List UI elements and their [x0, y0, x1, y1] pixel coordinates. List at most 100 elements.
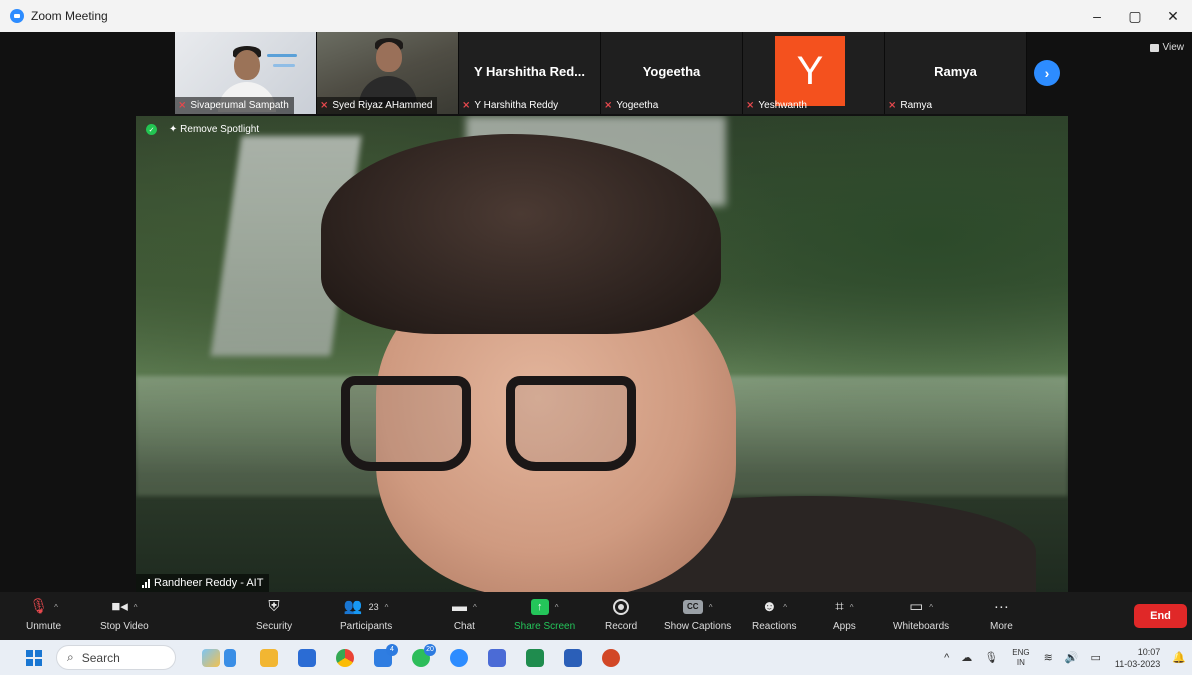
- caret-up-icon[interactable]: ^: [473, 603, 477, 612]
- excel-icon[interactable]: [526, 649, 544, 667]
- participant-name-label: ⨯ Ramya: [885, 97, 937, 114]
- muted-mic-icon: ⨯: [462, 100, 471, 111]
- shield-icon: ⛨: [268, 598, 280, 615]
- taskbar-search[interactable]: ⌕ Search: [56, 645, 176, 670]
- task-view-icon[interactable]: [224, 649, 236, 667]
- participant-display-name: Y Harshitha Red...: [473, 64, 585, 79]
- glasses-lens: [341, 376, 471, 471]
- system-tray: ^ ☁ 🎙 ENG IN ≋ 🔊 ▭ 10:07 11-03-2023 🔔: [938, 640, 1192, 675]
- participant-tile[interactable]: ⨯ Syed Riyaz AHammed: [317, 32, 459, 114]
- close-button[interactable]: ✕: [1154, 0, 1192, 32]
- apps-icon: ⌗: [835, 598, 844, 615]
- widgets-icon[interactable]: [202, 649, 220, 667]
- file-explorer-icon[interactable]: [260, 649, 278, 667]
- remove-spotlight-button[interactable]: ✦ Remove Spotlight: [169, 124, 259, 135]
- caret-up-icon[interactable]: ^: [385, 603, 389, 612]
- more-button[interactable]: ··· More: [990, 596, 1013, 636]
- region-code: IN: [1016, 657, 1025, 667]
- end-meeting-button[interactable]: End: [1134, 604, 1187, 628]
- stop-video-button[interactable]: ■◂ ^ Stop Video: [100, 596, 149, 636]
- window-controls: – ▢ ✕: [1078, 0, 1192, 32]
- share-screen-icon: ↑: [530, 599, 549, 615]
- caret-up-icon[interactable]: ^: [709, 603, 713, 612]
- desktop-icon[interactable]: [298, 649, 316, 667]
- view-label: View: [1162, 42, 1185, 53]
- window-title: Zoom Meeting: [31, 9, 108, 23]
- participant-tile[interactable]: ⨯ Sivaperumal Sampath: [175, 32, 317, 114]
- word-icon[interactable]: [564, 649, 582, 667]
- more-dots-icon: ···: [993, 598, 1009, 615]
- caret-up-icon[interactable]: ^: [134, 603, 138, 612]
- chevron-up-icon[interactable]: ^: [944, 652, 949, 664]
- participants-button[interactable]: 👥 23 ^ Participants: [340, 596, 392, 636]
- speaker-name: Randheer Reddy - AIT: [154, 577, 264, 589]
- windows-start-icon[interactable]: [26, 650, 42, 666]
- caret-up-icon[interactable]: ^: [929, 603, 933, 612]
- restore-button[interactable]: ▢: [1116, 0, 1154, 32]
- language-code: ENG: [1012, 647, 1030, 657]
- participant-name: Yogeetha: [616, 100, 659, 111]
- reactions-button[interactable]: ☻ ^ Reactions: [752, 596, 796, 636]
- battery-icon[interactable]: ▭: [1091, 651, 1101, 664]
- video-camera-icon: ■◂: [111, 598, 128, 615]
- participant-tile[interactable]: Ramya ⨯ Ramya: [885, 32, 1027, 114]
- caret-up-icon[interactable]: ^: [54, 603, 58, 612]
- participant-name-label: ⨯ Syed Riyaz AHammed: [317, 97, 438, 114]
- unmute-button[interactable]: 🎙 ^ Unmute: [26, 596, 61, 636]
- notification-badge: 4: [386, 644, 398, 656]
- todo-icon[interactable]: 4: [374, 644, 398, 667]
- muted-mic-icon: ⨯: [604, 100, 613, 111]
- notification-badge: 20: [424, 644, 436, 656]
- gallery-next-button[interactable]: ›: [1027, 32, 1067, 114]
- caret-up-icon[interactable]: ^: [783, 603, 787, 612]
- chat-button[interactable]: ▬ ^ Chat: [452, 596, 477, 636]
- zoom-app-icon: [10, 9, 24, 23]
- caret-up-icon[interactable]: ^: [850, 603, 854, 612]
- chevron-right-icon: ›: [1034, 60, 1060, 86]
- pin-icon: ✦: [169, 124, 178, 135]
- teams-icon[interactable]: [488, 649, 506, 667]
- chrome-icon[interactable]: [336, 649, 354, 667]
- participant-tile[interactable]: Y ⨯ Yeshwanth: [743, 32, 885, 114]
- chat-bubble-icon: ▬: [452, 598, 467, 615]
- notifications-bell-icon[interactable]: 🔔: [1172, 651, 1186, 664]
- show-captions-button[interactable]: CC ^ Show Captions: [664, 596, 731, 636]
- microphone-icon[interactable]: 🎙: [984, 651, 998, 664]
- view-button[interactable]: View: [1149, 42, 1185, 53]
- wifi-icon[interactable]: ≋: [1044, 651, 1053, 664]
- shield-check-icon: ✓: [146, 124, 157, 135]
- signal-strength-icon: [142, 578, 150, 588]
- meeting-area: ⨯ Sivaperumal Sampath ⨯ Syed Riyaz AHamm…: [0, 32, 1192, 594]
- participant-tile[interactable]: Yogeetha ⨯ Yogeetha: [601, 32, 743, 114]
- participant-name: Syed Riyaz AHammed: [332, 100, 433, 111]
- whatsapp-icon[interactable]: 20: [412, 644, 436, 667]
- whiteboards-button[interactable]: ▭ ^ Whiteboards: [893, 596, 949, 636]
- participants-count: 23: [368, 602, 379, 612]
- whiteboard-graphic: [267, 54, 297, 57]
- security-button[interactable]: ⛨ Security: [256, 596, 292, 636]
- participants-label: Participants: [340, 621, 393, 632]
- unmute-label: Unmute: [26, 621, 62, 632]
- cloud-icon[interactable]: ☁: [961, 651, 972, 664]
- apps-button[interactable]: ⌗ ^ Apps: [833, 596, 856, 636]
- powerpoint-icon[interactable]: [602, 649, 620, 667]
- apps-label: Apps: [833, 621, 856, 632]
- participant-avatar: Y: [775, 36, 845, 106]
- clock[interactable]: 10:07 11-03-2023: [1115, 646, 1160, 670]
- zoom-icon[interactable]: [450, 649, 468, 667]
- grid-view-icon: [1149, 43, 1159, 52]
- minimize-button[interactable]: –: [1078, 0, 1116, 32]
- caret-up-icon[interactable]: ^: [555, 603, 559, 612]
- volume-icon[interactable]: 🔊: [1065, 651, 1079, 664]
- chat-label: Chat: [453, 621, 475, 632]
- participant-name-label: ⨯ Yeshwanth: [743, 97, 812, 114]
- whiteboards-label: Whiteboards: [893, 621, 950, 632]
- smiley-icon: ☻: [761, 598, 778, 615]
- participant-tile[interactable]: Y Harshitha Red... ⨯ Y Harshitha Reddy: [459, 32, 601, 114]
- record-button[interactable]: Record: [605, 596, 637, 636]
- speaker-glasses: [341, 376, 661, 486]
- language-indicator[interactable]: ENG IN: [1012, 648, 1029, 668]
- participant-name: Y Harshitha Reddy: [474, 100, 559, 111]
- clock-date: 11-03-2023: [1114, 658, 1161, 669]
- share-screen-button[interactable]: ↑ ^ Share Screen: [514, 596, 575, 636]
